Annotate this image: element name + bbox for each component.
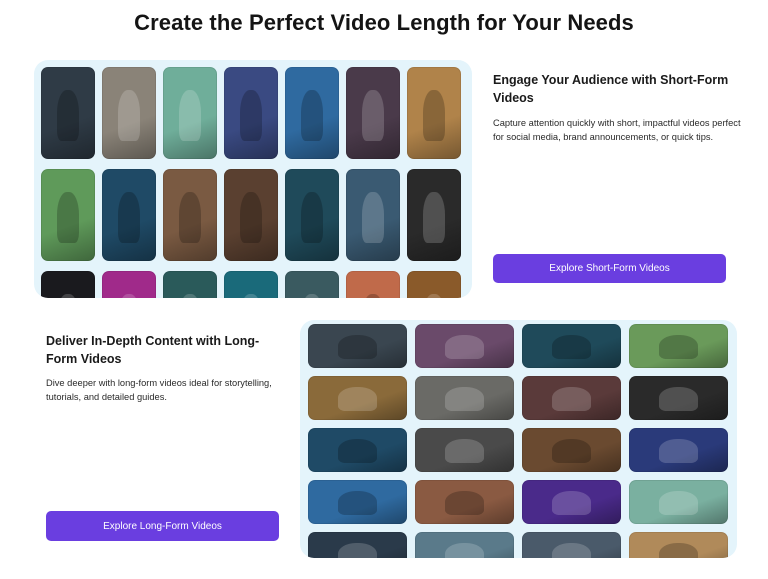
video-thumbnail-eye-closeup[interactable]: [224, 169, 278, 261]
video-thumbnail-rock-formations[interactable]: [415, 324, 514, 368]
video-thumbnail-woman-profile[interactable]: [629, 376, 728, 420]
short-form-thumbnail-panel: [34, 60, 472, 298]
video-thumbnail-golden-hall[interactable]: [407, 271, 461, 298]
long-form-heading: Deliver In-Depth Content with Long-Form …: [46, 334, 260, 366]
video-thumbnail-teal-neon[interactable]: [224, 271, 278, 298]
video-thumbnail-horse-rider[interactable]: [629, 532, 728, 558]
video-thumbnail-village-houses[interactable]: [41, 169, 95, 261]
video-thumbnail-red-moon-figure[interactable]: [522, 376, 621, 420]
long-form-thumbnail-panel: [300, 320, 737, 558]
video-thumbnail-warrior-statue[interactable]: [163, 169, 217, 261]
explore-short-form-button[interactable]: Explore Short-Form Videos: [493, 254, 726, 283]
video-thumbnail-eye-closeup[interactable]: [522, 428, 621, 472]
video-thumbnail-dark-silhouette[interactable]: [41, 271, 95, 298]
video-thumbnail-soldiers-smoke[interactable]: [308, 324, 407, 368]
video-thumbnail-neon-road[interactable]: [522, 480, 621, 524]
video-thumbnail-moonlit-figure[interactable]: [163, 271, 217, 298]
short-form-description: Capture attention quickly with short, im…: [493, 118, 741, 142]
video-thumbnail-horse-rider[interactable]: [407, 67, 461, 159]
video-thumbnail-retro-cars-street[interactable]: [163, 67, 217, 159]
short-form-heading: Engage Your Audience with Short-Form Vid…: [493, 73, 729, 105]
video-thumbnail-scientist-lab[interactable]: [308, 428, 407, 472]
video-thumbnail-lighthouse-waves[interactable]: [346, 169, 400, 261]
video-thumbnail-sunset-silhouette[interactable]: [346, 271, 400, 298]
video-thumbnail-little-fairy[interactable]: [285, 67, 339, 159]
video-thumbnail-creature-dark[interactable]: [308, 532, 407, 558]
video-thumbnail-forest-path[interactable]: [285, 271, 339, 298]
page-title: Create the Perfect Video Length for Your…: [134, 10, 634, 35]
video-thumbnail-retro-cars-street[interactable]: [629, 480, 728, 524]
long-form-description: Dive deeper with long-form videos ideal …: [46, 378, 272, 402]
video-thumbnail-shadow-figure[interactable]: [415, 428, 514, 472]
video-thumbnail-little-fairy[interactable]: [308, 480, 407, 524]
video-thumbnail-woman-profile[interactable]: [407, 169, 461, 261]
explore-long-form-button[interactable]: Explore Long-Form Videos: [46, 511, 279, 541]
video-thumbnail-wizard-boy[interactable]: [522, 324, 621, 368]
video-thumbnail-warrior-statue[interactable]: [415, 480, 514, 524]
video-thumbnail-pink-neon[interactable]: [102, 271, 156, 298]
video-thumbnail-lighthouse-coast[interactable]: [415, 532, 514, 558]
video-thumbnail-red-moon-figure[interactable]: [346, 67, 400, 159]
video-thumbnail-photographer-city[interactable]: [102, 67, 156, 159]
video-thumbnail-photographer-city[interactable]: [415, 376, 514, 420]
video-thumbnail-soldiers-smoke[interactable]: [41, 67, 95, 159]
video-thumbnail-vr-headset[interactable]: [224, 67, 278, 159]
video-thumbnail-dancers-hall[interactable]: [308, 376, 407, 420]
video-thumbnail-wizard-boy[interactable]: [285, 169, 339, 261]
long-form-thumbnail-grid: [308, 324, 728, 558]
video-thumbnail-vr-neon[interactable]: [629, 428, 728, 472]
video-thumbnail-scientist-lab[interactable]: [102, 169, 156, 261]
video-thumbnail-village-houses[interactable]: [629, 324, 728, 368]
video-thumbnail-stormy-sky[interactable]: [522, 532, 621, 558]
short-form-thumbnail-grid: [41, 67, 461, 298]
